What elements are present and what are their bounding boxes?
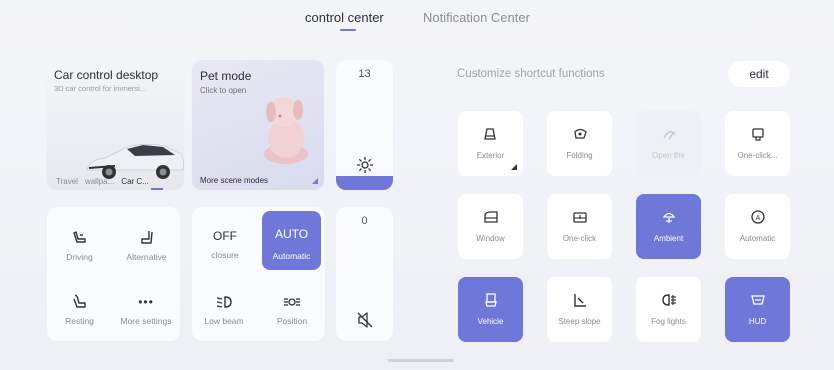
car-control-desktop-card[interactable]: Car control desktop 3D car control for i… bbox=[47, 60, 184, 190]
lights-closure-label: closure bbox=[211, 250, 239, 260]
brightness-fill bbox=[336, 176, 393, 190]
seat-alternative-button[interactable]: Alternative bbox=[119, 229, 174, 262]
expand-corner-icon bbox=[312, 178, 318, 184]
tile-one-click[interactable]: One-click bbox=[547, 194, 612, 259]
lights-automatic-label: Automatic bbox=[272, 251, 311, 261]
pet-card-title: Pet mode bbox=[200, 69, 252, 83]
tile-one-click-top[interactable]: One-click... bbox=[725, 111, 790, 176]
car-card-title: Car control desktop bbox=[54, 68, 159, 82]
tile-automatic[interactable]: A Automatic bbox=[725, 194, 790, 259]
tile-open-the-label: Open the bbox=[652, 151, 685, 160]
tile-ambient-label: Ambient bbox=[653, 234, 684, 243]
seat-resting-icon bbox=[72, 294, 86, 308]
car-tab-travel[interactable]: Travel bbox=[56, 177, 78, 186]
tab-notification-center[interactable]: Notification Center bbox=[423, 10, 530, 25]
seat-driving-label: Driving bbox=[66, 252, 93, 262]
svg-text:A: A bbox=[755, 215, 760, 222]
seat-driving-button[interactable]: Driving bbox=[57, 229, 102, 262]
tile-one-click-top-label: One-click... bbox=[737, 151, 778, 160]
tile-ambient[interactable]: Ambient bbox=[636, 194, 701, 259]
car-card-tabs: Travel wallpa... Car C... bbox=[56, 177, 156, 186]
tile-open-the[interactable]: Open the bbox=[636, 111, 701, 176]
tile-fog-lights-label: Fog lights bbox=[651, 317, 686, 326]
seat-alternative-label: Alternative bbox=[126, 252, 167, 262]
car-tab-wallpaper[interactable]: wallpa... bbox=[85, 177, 114, 186]
low-beam-label: Low beam bbox=[204, 316, 244, 326]
tile-folding[interactable]: Folding bbox=[547, 111, 612, 176]
tile-steep-slope[interactable]: Steep slope bbox=[547, 277, 612, 342]
tile-window-label: Window bbox=[476, 234, 505, 243]
seat-resting-label: Resting bbox=[65, 316, 94, 326]
tab-control-center[interactable]: control center bbox=[305, 10, 384, 25]
tile-window[interactable]: Window bbox=[458, 194, 523, 259]
control-center-screen: control center Notification Center Car c… bbox=[0, 0, 834, 370]
active-tab-indicator bbox=[340, 29, 356, 31]
shortcut-functions-title: Customize shortcut functions bbox=[457, 68, 605, 80]
lights-off-button[interactable]: OFF closure bbox=[200, 227, 250, 260]
fog-lights-icon bbox=[661, 294, 676, 306]
lights-auto-button[interactable]: AUTO Automatic bbox=[262, 211, 321, 270]
volume-slider[interactable]: 0 bbox=[336, 207, 393, 341]
tile-hud-label: HUD bbox=[748, 317, 767, 326]
tile-vehicle-label: Vehicle bbox=[477, 317, 504, 326]
pet-card-subtitle: Click to open bbox=[200, 86, 247, 95]
mirror-fold-icon bbox=[573, 128, 587, 139]
one-click-window-icon bbox=[572, 212, 587, 223]
more-icon: ••• bbox=[138, 295, 154, 309]
volume-value: 0 bbox=[361, 215, 368, 227]
wiper-icon bbox=[662, 131, 675, 140]
exterior-icon bbox=[483, 128, 496, 140]
car-image bbox=[86, 144, 184, 179]
more-settings-button[interactable]: ••• More settings bbox=[115, 293, 177, 326]
more-settings-label: More settings bbox=[120, 316, 172, 326]
auto-wiper-icon: A bbox=[750, 210, 765, 224]
tile-folding-label: Folding bbox=[566, 151, 593, 160]
tile-vehicle[interactable]: Vehicle bbox=[458, 277, 523, 342]
home-indicator[interactable] bbox=[388, 359, 454, 362]
brightness-slider[interactable]: 13 bbox=[336, 60, 393, 190]
seat-alternative-icon bbox=[140, 231, 153, 244]
tile-exterior-label: Exterior bbox=[476, 151, 505, 160]
lights-auto-text: AUTO bbox=[274, 227, 309, 241]
tile-automatic-label: Automatic bbox=[739, 234, 776, 243]
tile-exterior-expand-icon bbox=[511, 164, 517, 170]
tile-one-click-label: One-click bbox=[562, 234, 597, 243]
top-tabs: control center Notification Center bbox=[0, 10, 834, 40]
tile-steep-slope-label: Steep slope bbox=[558, 317, 601, 326]
position-lights-label: Position bbox=[276, 316, 308, 326]
pet-mode-card[interactable]: Pet mode Click to open More scene modes bbox=[192, 60, 324, 190]
car-tab-car-control[interactable]: Car C... bbox=[121, 177, 149, 186]
brightness-value: 13 bbox=[358, 68, 371, 80]
tile-hud[interactable]: HUD bbox=[725, 277, 790, 342]
seat-resting-button[interactable]: Resting bbox=[57, 293, 102, 326]
lights-panel: OFF closure AUTO Automatic Low beam Posi… bbox=[192, 207, 325, 341]
one-click-icon bbox=[751, 128, 764, 141]
sun-icon bbox=[356, 156, 374, 174]
tile-exterior[interactable]: Exterior bbox=[458, 111, 523, 176]
window-icon bbox=[483, 211, 498, 223]
low-beam-button[interactable]: Low beam bbox=[198, 293, 250, 326]
lights-off-text: OFF bbox=[213, 229, 237, 243]
position-lights-icon bbox=[284, 298, 300, 306]
vehicle-seat-icon bbox=[484, 293, 497, 307]
car-card-subtitle: 3D car control for immersi... bbox=[54, 84, 147, 93]
ambient-light-icon bbox=[662, 212, 675, 223]
steep-slope-icon bbox=[573, 294, 586, 307]
pet-card-footer[interactable]: More scene modes bbox=[200, 176, 268, 185]
low-beam-icon bbox=[216, 296, 232, 308]
mute-icon bbox=[357, 312, 373, 328]
edit-button[interactable]: edit bbox=[728, 61, 790, 87]
car-tab-indicator bbox=[151, 188, 163, 190]
position-lights-button[interactable]: Position bbox=[264, 293, 320, 326]
pet-dog-image bbox=[264, 97, 308, 164]
hud-icon bbox=[750, 295, 765, 305]
seat-mode-panel: Driving Alternative Resting ••• More set… bbox=[47, 207, 180, 341]
tile-fog-lights[interactable]: Fog lights bbox=[636, 277, 701, 342]
seat-driving-icon bbox=[72, 231, 86, 243]
